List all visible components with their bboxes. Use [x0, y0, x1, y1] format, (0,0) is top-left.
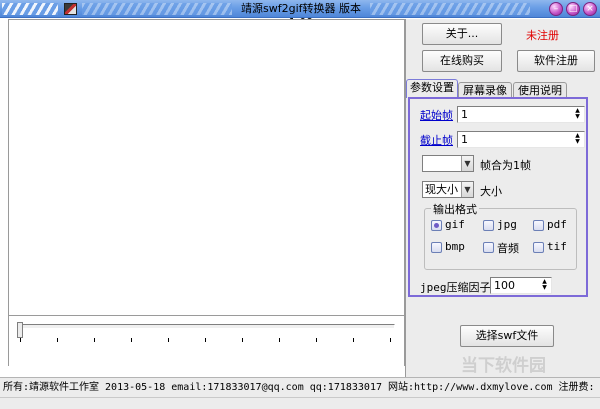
slider-tick — [131, 338, 132, 342]
format-gif-label: gif — [445, 218, 465, 231]
window-title: 靖源swf2gif转换器 版本1.09 — [240, 2, 361, 29]
titlebar-decoration — [2, 3, 58, 15]
merge-frames-select[interactable]: ▼ — [422, 155, 474, 172]
format-gif-checkbox[interactable] — [431, 220, 442, 231]
slider-tick — [242, 338, 243, 342]
slider-tick — [205, 338, 206, 342]
jpeg-quality-input[interactable]: 100 ▲ ▼ — [490, 277, 552, 294]
tab-parameters[interactable]: 参数设置 — [406, 79, 458, 98]
format-bmp-label: bmp — [445, 240, 465, 253]
window-bottom-edge — [0, 397, 600, 409]
slider-tick — [94, 338, 95, 342]
close-icon[interactable]: × — [583, 2, 597, 16]
buy-online-button[interactable]: 在线购买 — [422, 50, 502, 72]
format-pdf-label: pdf — [547, 218, 567, 231]
format-tif-checkbox[interactable] — [533, 242, 544, 253]
slider-tick — [316, 338, 317, 342]
slider-tick — [353, 338, 354, 342]
format-audio-label: 音频 — [497, 242, 519, 255]
start-frame-input[interactable]: 1 ▲ ▼ — [457, 106, 585, 123]
register-button[interactable]: 软件注册 — [517, 50, 595, 72]
chevron-down-icon[interactable]: ▼ — [461, 156, 473, 171]
slider-tick — [390, 338, 391, 342]
tab-screen-record[interactable]: 屏幕录像 — [458, 82, 512, 98]
frame-slider-track[interactable] — [21, 324, 395, 329]
right-panel: 关于... 未注册 在线购买 软件注册 参数设置 屏幕录像 使用说明 起始帧 1… — [405, 19, 600, 377]
registration-status: 未注册 — [526, 29, 559, 42]
slider-tick — [57, 338, 58, 342]
format-jpg-checkbox[interactable] — [483, 220, 494, 231]
size-select[interactable]: 现大小 ▼ — [422, 181, 474, 198]
end-frame-link[interactable]: 截止帧 — [420, 132, 453, 148]
preview-area — [8, 19, 405, 316]
frame-slider-area — [8, 316, 405, 366]
minimize-icon[interactable]: – — [549, 2, 563, 16]
spin-arrows-icon[interactable]: ▲ ▼ — [572, 108, 583, 121]
end-frame-value: 1 — [461, 133, 468, 146]
start-frame-link[interactable]: 起始帧 — [420, 107, 453, 123]
jpeg-quality-value: 100 — [494, 279, 515, 292]
format-pdf-checkbox[interactable] — [533, 220, 544, 231]
spin-arrows-icon[interactable]: ▲ ▼ — [572, 133, 583, 146]
maximize-icon[interactable]: □ — [566, 2, 580, 16]
format-jpg-label: jpg — [497, 218, 517, 231]
frame-slider-thumb[interactable] — [17, 322, 23, 338]
slider-tick — [20, 338, 21, 342]
titlebar-decoration — [82, 3, 232, 15]
output-format-title: 输出格式 — [431, 201, 479, 217]
tab-instructions[interactable]: 使用说明 — [513, 82, 567, 98]
format-tif-label: tif — [547, 240, 567, 253]
size-label: 大小 — [480, 185, 502, 198]
size-value: 现大小 — [425, 183, 458, 196]
title-bar: 靖源swf2gif转换器 版本1.09 – □ × — [0, 0, 600, 29]
format-audio-checkbox[interactable] — [483, 242, 494, 253]
status-bar: 所有:靖源软件工作室 2013-05-18 email:171833017@qq… — [0, 377, 600, 397]
titlebar-decoration — [370, 3, 530, 15]
about-button[interactable]: 关于... — [422, 23, 502, 45]
slider-tick — [279, 338, 280, 342]
settings-panel: 起始帧 1 ▲ ▼ 截止帧 1 ▲ ▼ ▼ 帧合为1帧 现大小 ▼ 大小 输出格式 … — [408, 97, 588, 297]
output-format-group: 输出格式 gif jpg pdf bmp 音频 tif — [424, 201, 577, 270]
app-icon[interactable] — [64, 3, 77, 15]
slider-tick — [168, 338, 169, 342]
spin-arrows-icon[interactable]: ▲ ▼ — [539, 279, 550, 292]
select-swf-button[interactable]: 选择swf文件 — [460, 325, 554, 347]
jpeg-quality-label: jpeg压缩因子 — [420, 281, 491, 294]
start-frame-value: 1 — [461, 108, 468, 121]
format-bmp-checkbox[interactable] — [431, 242, 442, 253]
merge-frames-label: 帧合为1帧 — [480, 159, 531, 172]
chevron-down-icon[interactable]: ▼ — [461, 182, 473, 197]
end-frame-input[interactable]: 1 ▲ ▼ — [457, 131, 585, 148]
